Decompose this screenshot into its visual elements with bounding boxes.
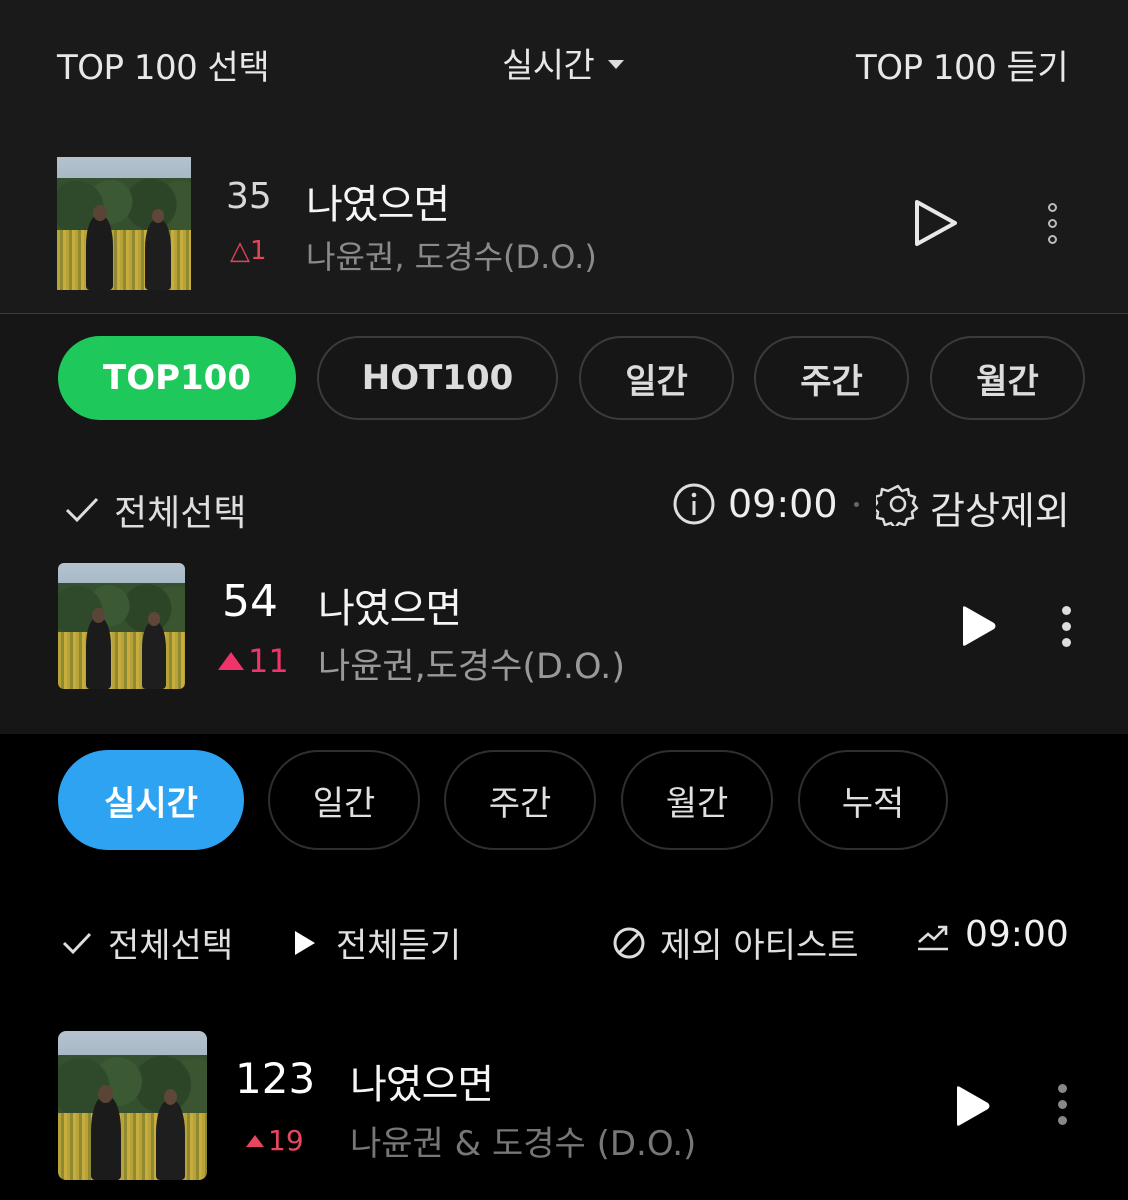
chart-panel-2: TOP100 HOT100 일간 주간 월간 전체선택 09:00 감상제외 5…: [0, 314, 1128, 734]
more-icon[interactable]: [1058, 1084, 1068, 1132]
play-all-button[interactable]: 전체듣기: [292, 918, 461, 967]
select-all-button[interactable]: 전체선택: [62, 918, 233, 967]
chart-panel-1: TOP 100 선택 실시간 TOP 100 듣기 35 △1 나였으면 나윤권…: [0, 0, 1128, 313]
song-title[interactable]: 나였으면: [350, 1052, 494, 1110]
tab-monthly[interactable]: 월간: [621, 750, 773, 850]
up-arrow-icon: [246, 1134, 264, 1147]
select-all-label: 전체선택: [114, 493, 247, 534]
rank-change: 11: [218, 642, 289, 680]
info-icon[interactable]: [672, 482, 716, 526]
song-artist[interactable]: 나윤권 & 도경수 (D.O.): [350, 1116, 696, 1165]
album-art[interactable]: [57, 157, 191, 290]
play-icon: [295, 930, 315, 955]
chart-time: 09:00: [728, 482, 838, 526]
album-art[interactable]: [58, 563, 185, 689]
rank-number: 54: [222, 576, 278, 627]
play-icon[interactable]: [958, 604, 998, 648]
top100-select-button[interactable]: TOP 100 선택: [57, 40, 270, 89]
rank-number: 123: [235, 1054, 316, 1103]
song-artist[interactable]: 나윤권,도경수(D.O.): [318, 638, 625, 689]
rank-change-value: 19: [268, 1124, 304, 1157]
separator-dot: [854, 502, 859, 507]
top100-play-button[interactable]: TOP 100 듣기: [856, 40, 1069, 89]
tab-hot100[interactable]: HOT100: [317, 336, 558, 420]
rank-change: 19: [246, 1124, 304, 1157]
trend-icon: [918, 925, 948, 951]
exclude-artist-label: 제외 아티스트: [660, 926, 859, 966]
tab-top100[interactable]: TOP100: [58, 336, 296, 420]
chart-panel-3: 실시간 일간 주간 월간 누적 전체선택 전체듣기 제외 아티스트 09:00 …: [0, 734, 1128, 1200]
exclude-button[interactable]: 감상제외: [930, 480, 1070, 535]
rank-number: 35: [226, 176, 272, 217]
rank-change: △1: [230, 236, 267, 266]
select-all-button[interactable]: 전체선택: [64, 484, 246, 536]
tab-realtime[interactable]: 실시간: [58, 750, 244, 850]
play-icon[interactable]: [910, 198, 960, 248]
more-icon[interactable]: [1048, 203, 1058, 251]
rank-change-value: 11: [248, 642, 289, 680]
tab-daily[interactable]: 일간: [579, 336, 734, 420]
song-artist[interactable]: 나윤권, 도경수(D.O.): [306, 232, 597, 278]
chart-time: 09:00: [965, 914, 1069, 955]
tab-monthly[interactable]: 월간: [930, 336, 1085, 420]
block-icon: [613, 927, 645, 958]
more-icon[interactable]: [1062, 606, 1072, 654]
check-icon: [62, 932, 92, 954]
gear-icon[interactable]: [876, 482, 920, 526]
exclude-artist-button[interactable]: 제외 아티스트: [612, 918, 859, 967]
caret-down-icon: [608, 60, 625, 69]
period-dropdown-label: 실시간: [502, 46, 595, 86]
check-icon: [65, 497, 99, 523]
song-title[interactable]: 나였으면: [306, 172, 450, 230]
select-all-label: 전체선택: [108, 926, 234, 966]
tab-cumulative[interactable]: 누적: [798, 750, 948, 850]
tab-weekly[interactable]: 주간: [754, 336, 909, 420]
song-title[interactable]: 나였으면: [318, 576, 462, 634]
album-art[interactable]: [58, 1031, 207, 1180]
period-dropdown[interactable]: 실시간: [502, 38, 625, 87]
up-arrow-icon: [218, 652, 244, 670]
play-all-label: 전체듣기: [336, 926, 462, 966]
tab-daily[interactable]: 일간: [268, 750, 420, 850]
play-icon[interactable]: [952, 1084, 992, 1128]
tab-weekly[interactable]: 주간: [444, 750, 596, 850]
